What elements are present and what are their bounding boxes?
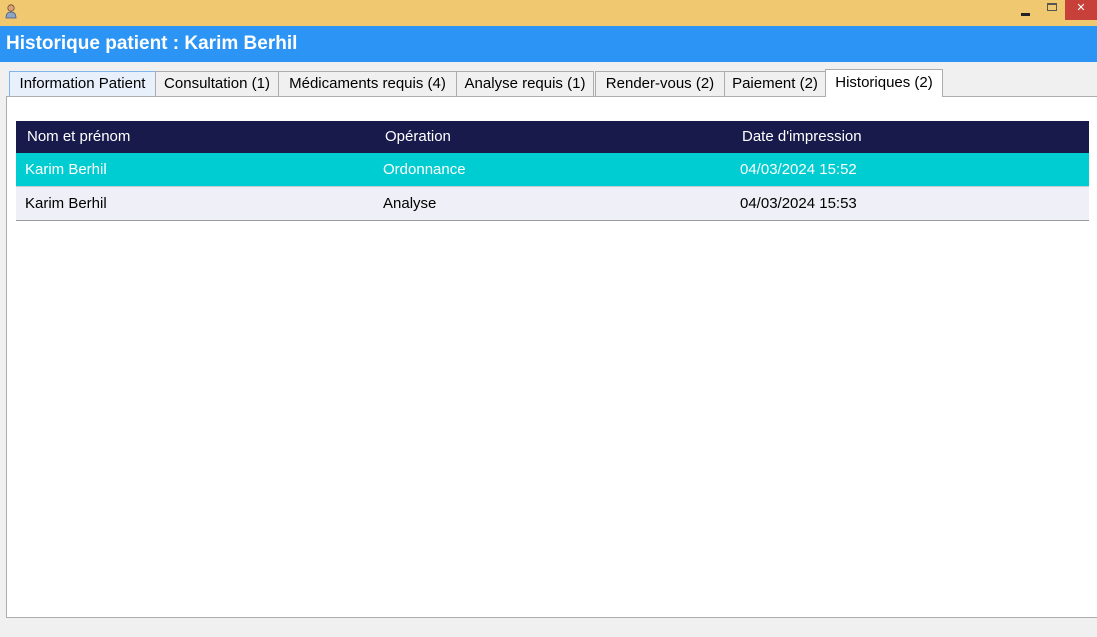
tab-historiques[interactable]: Historiques (2) (825, 69, 943, 97)
cell-operation: Ordonnance (383, 161, 466, 178)
close-button[interactable]: ✕ (1065, 0, 1097, 20)
page-title: Historique patient : Karim Berhil (6, 33, 298, 54)
maximize-icon (1047, 3, 1057, 11)
cell-date: 04/03/2024 15:53 (740, 195, 857, 212)
cell-date: 04/03/2024 15:52 (740, 161, 857, 178)
table-row[interactable]: Karim Berhil Ordonnance 04/03/2024 15:52 (16, 153, 1089, 187)
tab-render-vous[interactable]: Render-vous (2) (595, 71, 725, 96)
cell-name: Karim Berhil (25, 161, 107, 178)
column-header-name[interactable]: Nom et prénom (27, 121, 130, 153)
close-icon: ✕ (1076, 0, 1086, 14)
minimize-button[interactable] (1014, 0, 1036, 20)
tab-consultation[interactable]: Consultation (1) (155, 71, 279, 96)
column-header-date[interactable]: Date d'impression (742, 121, 862, 153)
tab-analyse-requis[interactable]: Analyse requis (1) (456, 71, 594, 96)
page-header: Historique patient : Karim Berhil (0, 26, 1097, 62)
history-table[interactable]: Nom et prénom Opération Date d'impressio… (16, 121, 1089, 221)
tab-information-patient[interactable]: Information Patient (9, 71, 156, 96)
window-titlebar[interactable]: ✕ (0, 0, 1097, 26)
cell-operation: Analyse (383, 195, 437, 212)
column-header-operation[interactable]: Opération (385, 121, 451, 153)
table-header: Nom et prénom Opération Date d'impressio… (16, 121, 1089, 153)
cell-name: Karim Berhil (25, 195, 107, 212)
user-icon (5, 4, 17, 19)
table-row[interactable]: Karim Berhil Analyse 04/03/2024 15:53 (16, 187, 1089, 221)
minimize-icon (1020, 12, 1030, 16)
tab-strip: Information Patient Consultation (1) Méd… (0, 62, 1097, 97)
maximize-button[interactable] (1041, 0, 1063, 20)
tab-paiement[interactable]: Paiement (2) (724, 71, 826, 96)
tab-medicaments-requis[interactable]: Médicaments requis (4) (278, 71, 457, 96)
